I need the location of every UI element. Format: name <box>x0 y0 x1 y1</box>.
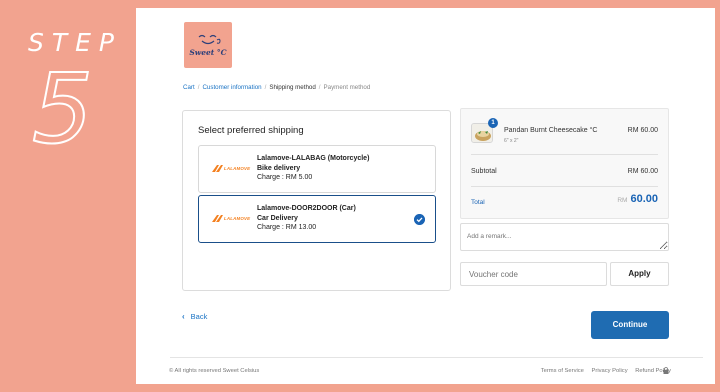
continue-button[interactable]: Continue <box>591 311 669 339</box>
breadcrumb-cart[interactable]: Cart <box>183 84 195 91</box>
shipping-title: Select preferred shipping <box>198 125 304 136</box>
product-variant: 6" x 2" <box>504 138 519 144</box>
breadcrumb-shipping-method: Shipping method <box>269 84 316 91</box>
summary-divider <box>471 154 658 155</box>
lalamove-logo: LALAMOVE <box>212 215 250 222</box>
subtotal-value: RM 60.00 <box>627 168 658 175</box>
lalamove-logo: LALAMOVE <box>212 165 250 172</box>
breadcrumb-separator: / <box>264 84 267 91</box>
product-price: RM 60.00 <box>627 127 658 134</box>
privacy-policy-link[interactable]: Privacy Policy <box>592 368 628 374</box>
remark-input[interactable] <box>460 223 669 251</box>
lalamove-logo-text: LALAMOVE <box>224 216 251 221</box>
footer-links: Terms of Service Privacy Policy Refund P… <box>535 368 671 374</box>
lalamove-logo-text: LALAMOVE <box>224 166 251 171</box>
terms-of-service-link[interactable]: Terms of Service <box>541 368 584 374</box>
shipping-option-charge: Charge : RM 5.00 <box>257 174 313 181</box>
footer-copyright: © All rights reserved Sweet Celsius <box>169 368 260 374</box>
total-amount: 60.00 <box>630 193 658 205</box>
back-label: Back <box>190 312 208 321</box>
step-label: STEP <box>28 28 123 57</box>
breadcrumb-separator: / <box>197 84 200 91</box>
checkout-panel: Sweet °C Cart / Customer information / Shipp… <box>136 8 715 384</box>
voucher-code-input[interactable] <box>460 262 607 286</box>
shipping-section: Select preferred shipping LALAMOVE Lalam… <box>182 110 451 291</box>
product-name: Pandan Burnt Cheesecake °C <box>504 127 598 134</box>
summary-divider <box>471 186 658 187</box>
quantity-badge: 1 <box>488 118 498 128</box>
total-value: RM 60.00 <box>617 193 658 205</box>
back-link[interactable]: ‹ Back <box>182 312 207 321</box>
order-summary: 1 Pandan Burnt Cheesecake °C 6" x 2" RM … <box>460 108 669 219</box>
breadcrumb: Cart / Customer information / Shipping metho… <box>183 84 370 91</box>
step-number-5: 5 <box>31 62 94 148</box>
logo-face-icon <box>198 34 221 45</box>
lalamove-mark-icon <box>212 165 223 172</box>
shipping-option-type: Car Delivery <box>257 214 298 222</box>
breadcrumb-payment-method: Payment method <box>323 84 371 91</box>
lock-icon <box>663 367 669 374</box>
breadcrumb-separator: / <box>318 84 321 91</box>
brand-name: Sweet °C <box>189 48 227 57</box>
total-label: Total <box>471 199 485 206</box>
selected-check-icon <box>414 214 425 225</box>
store-logo[interactable]: Sweet °C <box>184 22 232 68</box>
shipping-option-type: Bike delivery <box>257 164 301 172</box>
chevron-left-icon: ‹ <box>182 312 185 321</box>
shipping-option-name: Lalamove-LALABAG (Motorcycle) <box>257 155 370 162</box>
shipping-option-lalabag[interactable]: LALAMOVE Lalamove-LALABAG (Motorcycle) B… <box>198 145 436 193</box>
footer-divider <box>170 357 703 358</box>
shipping-option-name: Lalamove-DOOR2DOOR (Car) <box>257 205 356 212</box>
subtotal-label: Subtotal <box>471 168 497 175</box>
breadcrumb-customer-information[interactable]: Customer information <box>202 84 261 91</box>
apply-voucher-button[interactable]: Apply <box>610 262 669 286</box>
shipping-option-door2door[interactable]: LALAMOVE Lalamove-DOOR2DOOR (Car) Car De… <box>198 195 436 243</box>
lalamove-mark-icon <box>212 215 223 222</box>
total-currency: RM <box>617 197 628 204</box>
shipping-option-charge: Charge : RM 13.00 <box>257 224 317 231</box>
svg-text:5: 5 <box>32 62 93 148</box>
